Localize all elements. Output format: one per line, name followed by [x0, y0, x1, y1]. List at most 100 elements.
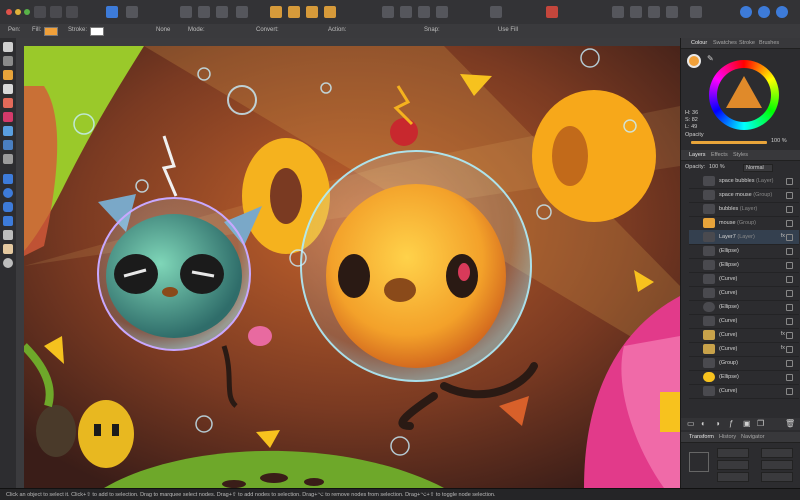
layer-opacity-value[interactable]: 100 % — [709, 164, 725, 170]
layer-row-ellipse-2[interactable]: (Ellipse) — [689, 258, 799, 273]
tab-effects[interactable]: Effects — [711, 152, 728, 158]
rotation-field[interactable] — [717, 472, 749, 482]
tab-colour[interactable]: Colour — [691, 40, 707, 46]
layer-row-space-bubbles[interactable]: space bubbles (Layer) — [689, 174, 799, 189]
color-picker-icon[interactable]: ✎ — [707, 54, 714, 64]
layer-row-ellipse-4[interactable]: (Ellipse) — [689, 370, 799, 385]
stroke-value[interactable]: None — [156, 27, 170, 33]
layer-row-space-mouse[interactable]: space mouse (Group) — [689, 188, 799, 203]
shear-field[interactable] — [761, 472, 793, 482]
arrange-back-icon[interactable] — [270, 6, 282, 18]
minimize-window-button[interactable] — [15, 9, 21, 15]
layer-row-ellipse-1[interactable]: (Ellipse) — [689, 244, 799, 259]
geometry-icon-3[interactable] — [648, 6, 660, 18]
fill-stroke-indicator[interactable] — [687, 54, 701, 68]
pencil-tool-icon[interactable] — [3, 84, 13, 94]
transform-tabs: Transform History Navigator — [681, 432, 800, 443]
geometry-icon-1[interactable] — [612, 6, 624, 18]
align-right-icon[interactable] — [418, 6, 430, 18]
align-center-icon[interactable] — [400, 6, 412, 18]
zoom-tool-icon[interactable] — [3, 258, 13, 268]
mode-toggle-icon-1[interactable] — [740, 6, 752, 18]
use-fill-label[interactable]: Use Fill — [498, 27, 518, 33]
layer-row-curve-2[interactable]: (Curve) — [689, 286, 799, 301]
hand-tool-icon[interactable] — [3, 244, 13, 254]
fx-icon[interactable]: ƒ — [729, 419, 733, 429]
preferences-icon[interactable] — [126, 6, 138, 18]
snap-icon-3[interactable] — [216, 6, 228, 18]
adjustment-icon[interactable]: ◑ — [715, 419, 720, 429]
layer-row-curve-3[interactable]: (Curve) — [689, 314, 799, 329]
mode-toggle-icon-2[interactable] — [758, 6, 770, 18]
mode-toggle-icon-3[interactable] — [776, 6, 788, 18]
export-persona-icon[interactable] — [66, 6, 78, 18]
gradient-tool-icon[interactable] — [3, 126, 13, 136]
colour-wheel[interactable] — [709, 60, 779, 130]
arrange-front-icon[interactable] — [324, 6, 336, 18]
layer-row-ellipse-3[interactable]: (Ellipse) — [689, 300, 799, 315]
document-canvas[interactable] — [24, 46, 680, 488]
tab-history[interactable]: History — [719, 434, 736, 440]
layer-row-group[interactable]: (Group) — [689, 356, 799, 371]
close-window-button[interactable] — [6, 9, 12, 15]
layer-row-curve-5[interactable]: (Curve) fx — [689, 342, 799, 357]
fill-swatch[interactable] — [44, 27, 58, 36]
tab-stroke[interactable]: Stroke — [739, 40, 755, 46]
layer-row-curve-4[interactable]: (Curve) fx — [689, 328, 799, 343]
w-field[interactable] — [761, 448, 793, 458]
stroke-swatch[interactable] — [90, 27, 104, 36]
geometry-icon-2[interactable] — [630, 6, 642, 18]
pen-tool-icon[interactable] — [3, 70, 13, 80]
tab-layers[interactable]: Layers — [689, 152, 706, 158]
blend-mode-select[interactable]: Normal — [743, 164, 773, 172]
layer-row-mouse[interactable]: mouse (Group) — [689, 216, 799, 231]
colour-triangle[interactable] — [726, 76, 762, 108]
layer-row-curve-1[interactable]: (Curve) — [689, 272, 799, 287]
insert-text-icon[interactable] — [490, 6, 502, 18]
crop-tool-icon[interactable] — [3, 154, 13, 164]
layer-row-curve-6[interactable]: (Curve) — [689, 384, 799, 399]
node-tool-icon[interactable] — [3, 56, 13, 66]
move-tool-icon[interactable] — [3, 42, 13, 52]
snap-icon-2[interactable] — [198, 6, 210, 18]
y-field[interactable] — [717, 460, 749, 470]
layer-row-bubbles[interactable]: bubbles (Layer) — [689, 202, 799, 217]
arrange-backward-icon[interactable] — [288, 6, 300, 18]
anchor-grid[interactable] — [689, 452, 709, 472]
geometry-icon-5[interactable] — [690, 6, 702, 18]
group-icon[interactable]: ▣ — [743, 419, 751, 429]
rounded-rect-tool-icon[interactable] — [3, 202, 13, 212]
fill-tool-icon[interactable] — [3, 112, 13, 122]
tab-brushes[interactable]: Brushes — [759, 40, 779, 46]
boolean-icon[interactable] — [546, 6, 558, 18]
tab-swatches[interactable]: Swatches — [713, 40, 737, 46]
add-layer-icon[interactable]: ▭ — [687, 419, 695, 429]
document-setup-icon[interactable] — [106, 6, 118, 18]
layer-row-layer7[interactable]: Layer7 (Layer) fx — [689, 230, 799, 245]
opacity-slider[interactable] — [691, 141, 767, 144]
align-left-icon[interactable] — [382, 6, 394, 18]
pixel-persona-icon[interactable] — [50, 6, 62, 18]
geometry-icon-4[interactable] — [666, 6, 678, 18]
mask-layer-icon[interactable]: ◐ — [701, 419, 706, 429]
opacity-value[interactable]: 100 % — [771, 138, 787, 144]
h-field[interactable] — [761, 460, 793, 470]
tab-styles[interactable]: Styles — [733, 152, 748, 158]
triangle-tool-icon[interactable] — [3, 216, 13, 226]
view-mode-icon[interactable] — [236, 6, 248, 18]
tab-navigator[interactable]: Navigator — [741, 434, 765, 440]
designer-persona-icon[interactable] — [34, 6, 46, 18]
transparency-tool-icon[interactable] — [3, 140, 13, 150]
align-top-icon[interactable] — [436, 6, 448, 18]
arrange-forward-icon[interactable] — [306, 6, 318, 18]
x-field[interactable] — [717, 448, 749, 458]
ellipse-tool-icon[interactable] — [3, 188, 13, 198]
brush-tool-icon[interactable] — [3, 98, 13, 108]
maximize-window-button[interactable] — [24, 9, 30, 15]
rectangle-tool-icon[interactable] — [3, 174, 13, 184]
duplicate-icon[interactable]: ❐ — [757, 419, 764, 429]
snap-icon-1[interactable] — [180, 6, 192, 18]
text-tool-icon[interactable] — [3, 230, 13, 240]
delete-layer-icon[interactable]: 🗑 — [785, 419, 795, 429]
tab-transform[interactable]: Transform — [689, 434, 714, 440]
